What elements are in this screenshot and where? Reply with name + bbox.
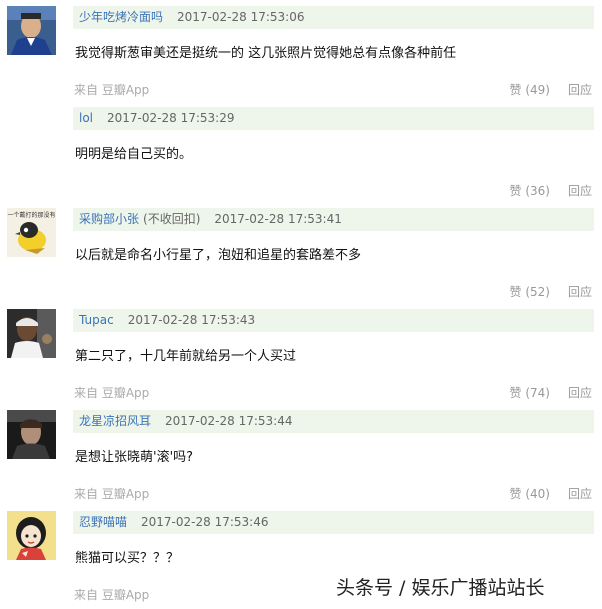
comment-time: 2017-02-28 17:53:06: [177, 10, 305, 24]
comment-header: Tupac 2017-02-28 17:53:43: [73, 309, 594, 332]
like-button[interactable]: 赞 (40): [510, 487, 550, 501]
author-link[interactable]: 少年吃烤冷面吗: [79, 10, 163, 24]
avatar[interactable]: [7, 511, 56, 560]
reply-button[interactable]: 回应: [568, 487, 592, 501]
comment-header: 采购部小张 (不收回扣) 2017-02-28 17:53:41: [73, 208, 594, 231]
comment-header: 龙星凉招风耳 2017-02-28 17:53:44: [73, 410, 594, 433]
author-link[interactable]: 采购部小张: [79, 212, 139, 226]
comment-source: 来自 豆瓣App: [74, 386, 150, 400]
avatar[interactable]: [7, 309, 56, 358]
avatar[interactable]: [7, 6, 56, 55]
comment-source: 来自 豆瓣App: [74, 487, 150, 501]
comment-time: 2017-02-28 17:53:29: [107, 111, 235, 125]
comment-actions: 赞 (74) 回应: [510, 384, 592, 401]
comment-actions: 赞 (49) 回应: [510, 81, 592, 98]
author-link[interactable]: lol: [79, 111, 93, 125]
comment-item: lol 2017-02-28 17:53:29 明明是给自己买的。 赞 (36) 回…: [0, 101, 602, 202]
like-button[interactable]: 赞 (36): [510, 184, 550, 198]
watermark: 头条号 / 娱乐广播站站长: [336, 577, 545, 599]
author-link[interactable]: 忍野喵喵: [79, 515, 127, 529]
like-button[interactable]: 赞 (74): [510, 386, 550, 400]
comment-text: 熊猫可以买？？？: [75, 551, 180, 566]
comment-item: 龙星凉招风耳 2017-02-28 17:53:44 是想让张晓萌'滚'吗? 来自…: [0, 404, 602, 505]
reply-button[interactable]: 回应: [568, 184, 592, 198]
comment-source: 来自 豆瓣App: [74, 588, 150, 602]
comment-text: 以后就是命名小行星了，泡妞和追星的套路差不多: [75, 248, 362, 263]
author-note: (不收回扣): [143, 212, 201, 226]
comment-time: 2017-02-28 17:53:44: [165, 414, 293, 428]
comment-header: 忍野喵喵 2017-02-28 17:53:46: [73, 511, 594, 534]
reply-button[interactable]: 回应: [568, 83, 592, 97]
comment-item: 少年吃烤冷面吗 2017-02-28 17:53:06 我觉得斯葱审美还是挺统一的…: [0, 0, 602, 101]
comment-header: lol 2017-02-28 17:53:29: [73, 107, 594, 130]
comment-item: 一个戴打的那没有 采购部小张 (不收回扣) 2017-02-28 17:53:41 …: [0, 202, 602, 303]
comment-text: 是想让张晓萌'滚'吗?: [75, 450, 194, 465]
comment-item: Tupac 2017-02-28 17:53:43 第二只了，十几年前就给另一个人…: [0, 303, 602, 404]
like-button[interactable]: 赞 (49): [510, 83, 550, 97]
avatar[interactable]: [7, 410, 56, 459]
comment-actions: 赞 (40) 回应: [510, 485, 592, 502]
comment-actions: 赞 (52) 回应: [510, 283, 592, 300]
avatar[interactable]: 一个戴打的那没有: [7, 208, 56, 257]
comment-text: 我觉得斯葱审美还是挺统一的 这几张照片觉得她总有点像各种前任: [75, 46, 457, 61]
comment-source: 来自 豆瓣App: [74, 83, 150, 97]
comment-text: 明明是给自己买的。: [75, 147, 193, 162]
comment-time: 2017-02-28 17:53:41: [214, 212, 342, 226]
like-button[interactable]: 赞 (52): [510, 285, 550, 299]
avatar-caption: 一个戴打的那没有: [7, 211, 55, 219]
comment-actions: 赞 (36) 回应: [510, 182, 592, 199]
comment-text: 第二只了，十几年前就给另一个人买过: [75, 349, 297, 364]
author-link[interactable]: 龙星凉招风耳: [79, 414, 151, 428]
reply-button[interactable]: 回应: [568, 285, 592, 299]
author-link[interactable]: Tupac: [79, 313, 114, 327]
comment-time: 2017-02-28 17:53:43: [127, 313, 256, 327]
comment-header: 少年吃烤冷面吗 2017-02-28 17:53:06: [73, 6, 594, 29]
comment-time: 2017-02-28 17:53:46: [141, 515, 269, 529]
reply-button[interactable]: 回应: [568, 386, 592, 400]
